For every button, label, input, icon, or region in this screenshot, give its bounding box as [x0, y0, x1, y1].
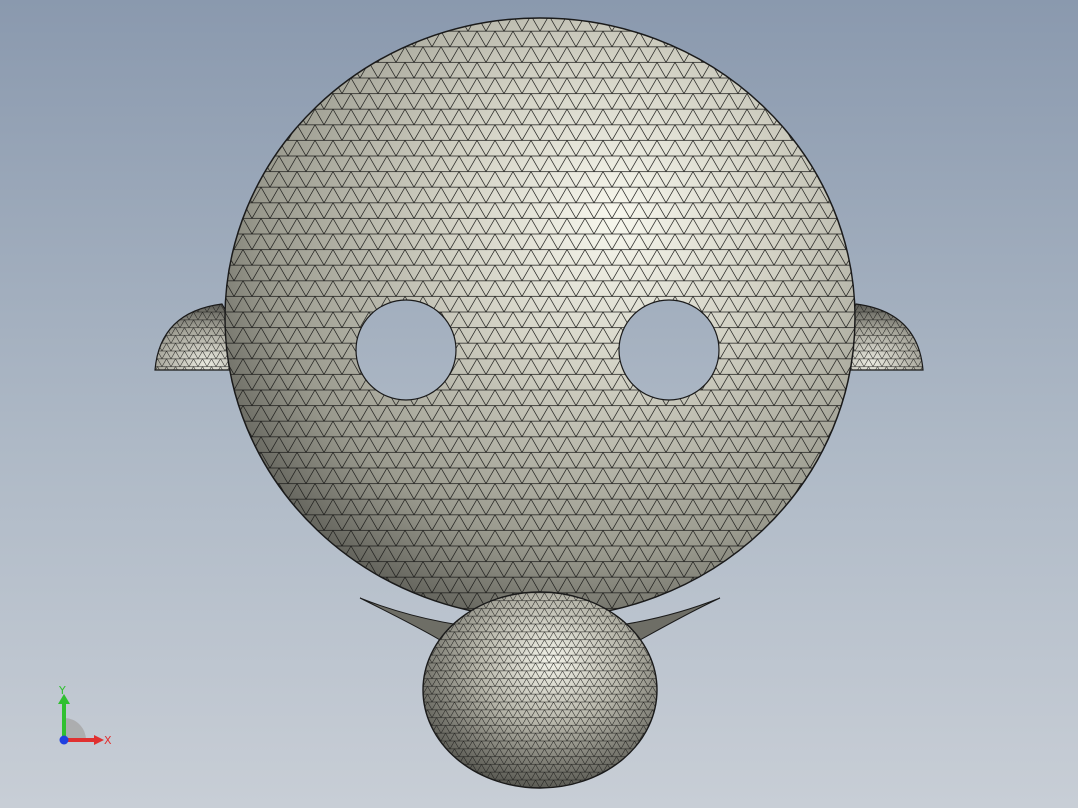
y-axis-label: Y — [58, 684, 66, 697]
graphics-viewport[interactable]: Y X — [0, 0, 1078, 808]
axis-triad: Y X — [58, 684, 112, 747]
x-axis-label: X — [104, 734, 112, 747]
triad-shade-icon — [64, 718, 86, 740]
snout-sphere — [422, 591, 658, 789]
head-sphere — [224, 17, 856, 619]
mesh-model[interactable] — [0, 0, 1078, 808]
z-axis-icon — [59, 735, 69, 745]
